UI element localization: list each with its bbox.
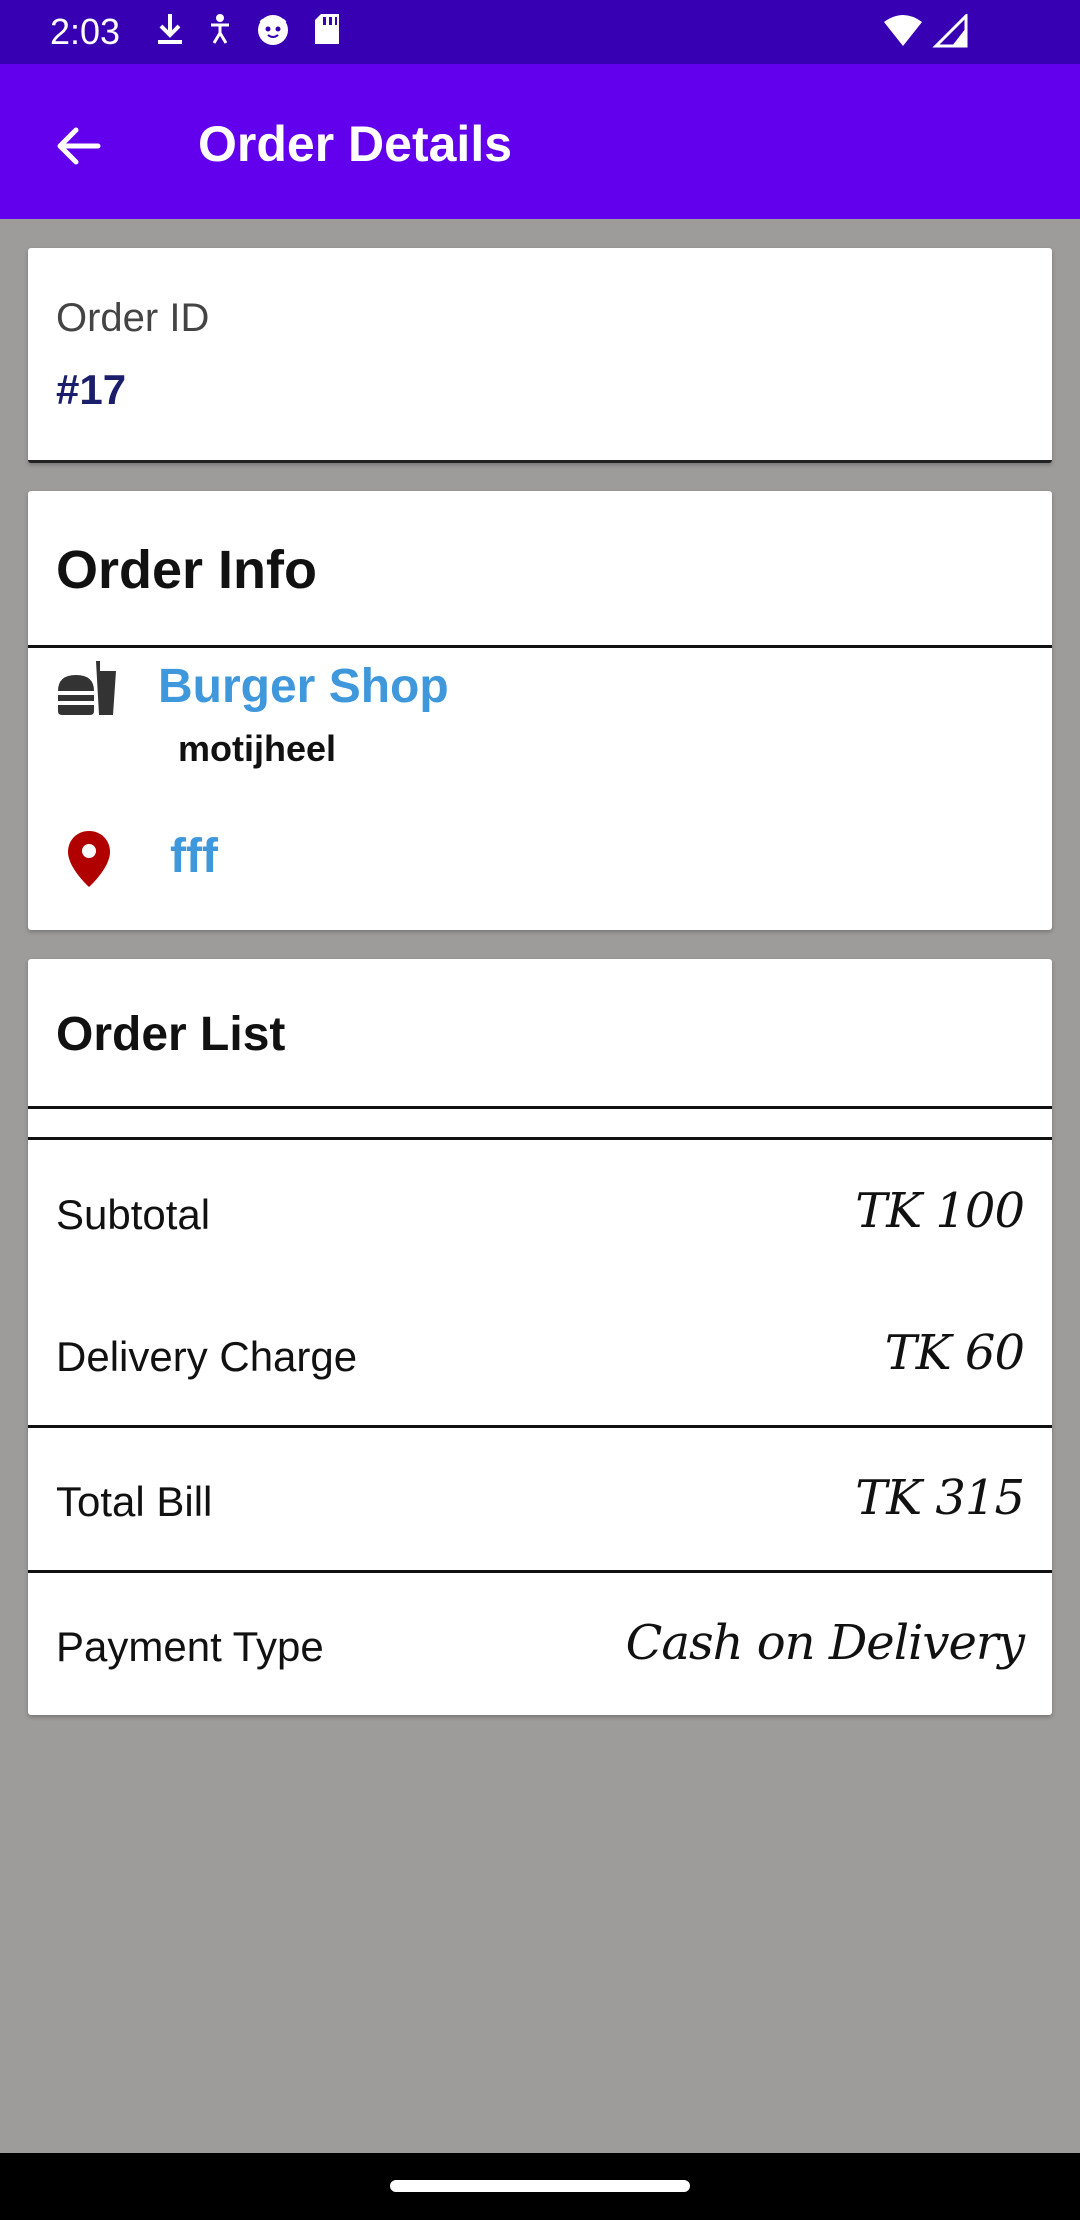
notification-icons bbox=[155, 12, 341, 51]
download-icon bbox=[155, 12, 185, 51]
navigation-bar bbox=[0, 2153, 1080, 2220]
order-id-card: Order ID #17 bbox=[28, 248, 1052, 463]
system-icons bbox=[882, 12, 968, 53]
payment-type-value: Cash on Delivery bbox=[625, 1615, 1025, 1671]
page-title: Order Details bbox=[198, 116, 513, 172]
payment-type-row: Payment Type Cash on Delivery bbox=[28, 1599, 1052, 1689]
order-id-value: #17 bbox=[56, 366, 127, 413]
status-time: 2:03 bbox=[50, 11, 121, 52]
total-bill-value: TK 315 bbox=[855, 1470, 1025, 1526]
items-end-divider bbox=[28, 1137, 1052, 1140]
status-bar: 2:03 bbox=[0, 0, 1080, 64]
fastfood-icon bbox=[56, 657, 120, 726]
wifi-icon bbox=[882, 14, 924, 53]
order-id-label: Order ID bbox=[56, 296, 210, 340]
total-bill-label: Total Bill bbox=[56, 1478, 213, 1525]
sd-card-icon bbox=[313, 12, 341, 51]
order-info-divider bbox=[28, 645, 1052, 648]
shop-area: motijheel bbox=[178, 728, 337, 769]
total-bill-row: Total Bill TK 315 bbox=[28, 1454, 1052, 1544]
delivery-charge-row: Delivery Charge TK 60 bbox=[28, 1309, 1052, 1399]
accessibility-icon bbox=[207, 13, 233, 50]
signal-icon bbox=[932, 12, 968, 53]
home-gesture-handle[interactable] bbox=[390, 2180, 690, 2192]
total-divider bbox=[28, 1425, 1052, 1428]
order-list-divider bbox=[28, 1106, 1052, 1109]
subtotal-row: Subtotal TK 100 bbox=[28, 1167, 1052, 1257]
subtotal-label: Subtotal bbox=[56, 1191, 211, 1238]
arrow-back-icon bbox=[57, 127, 101, 165]
payment-divider bbox=[28, 1570, 1052, 1573]
cat-icon bbox=[255, 12, 291, 51]
order-info-card: Order Info Burger Shop motijheel fff bbox=[28, 491, 1052, 930]
location-pin-icon bbox=[66, 829, 112, 894]
order-list-card: Order List Subtotal TK 100 Delivery Char… bbox=[28, 959, 1052, 1715]
subtotal-value: TK 100 bbox=[855, 1183, 1025, 1239]
order-info-heading: Order Info bbox=[56, 540, 318, 600]
delivery-charge-label: Delivery Charge bbox=[56, 1333, 358, 1380]
shop-name: Burger Shop bbox=[158, 660, 449, 713]
back-button[interactable] bbox=[48, 116, 108, 176]
payment-type-label: Payment Type bbox=[56, 1623, 324, 1670]
order-list-heading: Order List bbox=[56, 1008, 286, 1061]
delivery-address: fff bbox=[170, 830, 218, 883]
app-bar: Order Details bbox=[0, 64, 1080, 219]
delivery-charge-value: TK 60 bbox=[884, 1325, 1025, 1381]
